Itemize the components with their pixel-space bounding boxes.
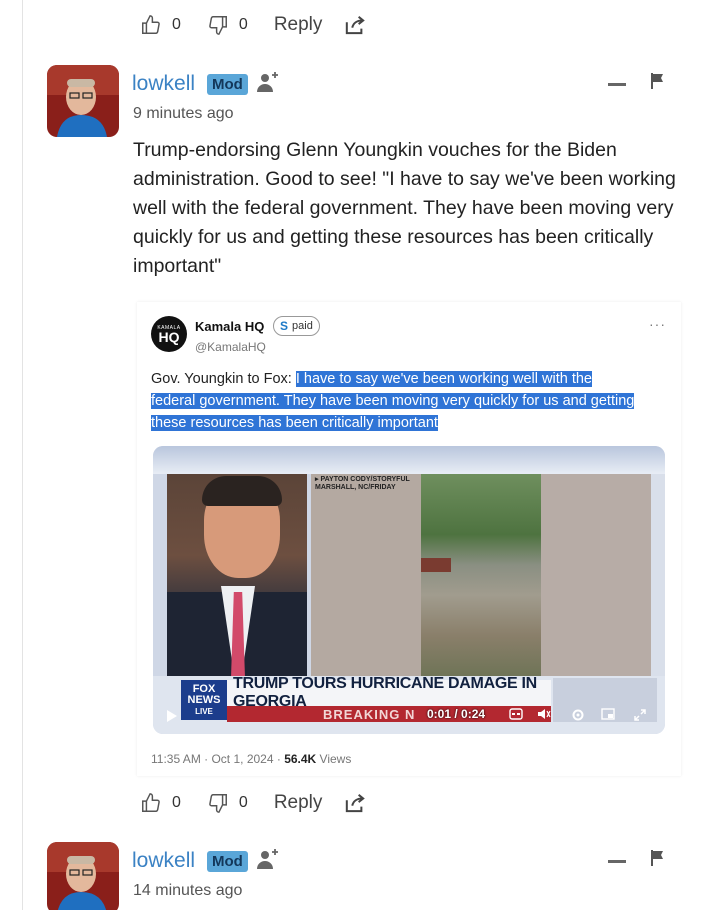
video-person-frame: [167, 474, 307, 678]
fox-news-logo: FOX NEWS LIVE: [181, 680, 227, 720]
video-credit-line2: MARSHALL, NC/FRIDAY: [315, 484, 396, 491]
avatar-image: [47, 65, 119, 137]
follow-user-icon[interactable]: [256, 847, 280, 871]
avatar-image: [47, 842, 119, 910]
video-roof: [421, 558, 451, 572]
collapse-icon[interactable]: [608, 83, 626, 86]
reply-button[interactable]: Reply: [274, 792, 323, 814]
comment-action-bar: 0 0 Reply: [140, 788, 366, 818]
thumbs-down-icon: [209, 794, 227, 813]
avatar[interactable]: [47, 65, 119, 137]
share-icon: [346, 794, 366, 813]
flag-icon[interactable]: [650, 850, 664, 866]
like-button[interactable]: 0: [140, 792, 181, 814]
kamala-hq-logo: KAMALA HQ: [151, 316, 187, 352]
share-button[interactable]: [344, 15, 366, 35]
thumbs-down-icon: [209, 16, 227, 35]
paid-symbol: S: [280, 319, 289, 333]
volume-icon[interactable]: [537, 708, 551, 720]
video-graphic-top: [153, 446, 665, 474]
fox-line1: FOX: [192, 682, 216, 695]
like-count: 0: [172, 16, 181, 33]
video-time: 0:01 / 0:24: [427, 707, 486, 721]
fox-line2: NEWS: [187, 693, 221, 706]
tweet-handle[interactable]: @KamalaHQ: [195, 340, 266, 354]
video-right-edge: [651, 474, 665, 676]
comment-body: Trump-endorsing Glenn Youngkin vouches f…: [133, 139, 676, 277]
video-credit-line1: ▸ PAYTON CODY/STORYFUL: [315, 476, 410, 483]
fox-line3: LIVE: [195, 706, 213, 716]
like-button[interactable]: 0: [140, 14, 181, 36]
tweet-author-name[interactable]: Kamala HQ: [195, 319, 264, 334]
reply-button[interactable]: Reply: [274, 14, 323, 36]
mod-badge: Mod: [207, 851, 248, 872]
comment-timestamp[interactable]: 9 minutes ago: [133, 105, 234, 123]
thumbs-up-icon: [142, 793, 160, 812]
video-panel-left: [311, 474, 421, 676]
paid-label: paid: [292, 320, 313, 332]
follow-user-icon[interactable]: [256, 70, 280, 94]
avatar[interactable]: [47, 842, 119, 910]
mod-badge: Mod: [207, 74, 248, 95]
dislike-count: 0: [238, 794, 248, 811]
paid-badge: S paid: [273, 316, 320, 336]
video-hair: [202, 476, 282, 506]
tweet-view-count: 56.4K: [284, 752, 317, 766]
comment-timestamp[interactable]: 14 minutes ago: [133, 882, 242, 900]
dislike-button[interactable]: 0: [207, 14, 248, 36]
tweet-footer: 11:35 AM · Oct 1, 2024 · 56.4K Views: [151, 752, 351, 766]
video-headline: TRUMP TOURS HURRICANE DAMAGE IN GEORGIA: [227, 675, 551, 710]
settings-gear-icon[interactable]: [571, 708, 585, 722]
top-action-bar: 0 0 Reply: [140, 10, 366, 40]
video-credit: ▸ PAYTON CODY/STORYFUL MARSHALL, NC/FRID…: [315, 476, 410, 492]
video-panel-right: [541, 474, 651, 676]
embedded-tweet[interactable]: KAMALA HQ Kamala HQ S paid @KamalaHQ ···…: [137, 302, 681, 776]
thread-line: [22, 0, 23, 910]
pip-icon[interactable]: [601, 708, 615, 720]
dislike-button[interactable]: 0: [207, 792, 248, 814]
like-count: 0: [172, 794, 181, 811]
thumbs-up-icon: [142, 15, 160, 34]
tweet-text: Gov. Youngkin to Fox: I have to say we'v…: [151, 368, 637, 434]
logo-big-text: HQ: [158, 328, 180, 345]
flag-icon[interactable]: [650, 73, 664, 89]
dislike-count: 0: [238, 16, 248, 33]
video-player[interactable]: ▸ PAYTON CODY/STORYFUL MARSHALL, NC/FRID…: [153, 446, 665, 734]
tweet-timestamp[interactable]: 11:35 AM · Oct 1, 2024 ·: [151, 752, 284, 766]
video-flood-scene: [421, 474, 541, 676]
comment-author[interactable]: lowkell: [132, 849, 195, 873]
more-options-icon[interactable]: ···: [649, 316, 666, 332]
collapse-icon[interactable]: [608, 860, 626, 863]
captions-icon[interactable]: [509, 708, 523, 720]
comment-author[interactable]: lowkell: [132, 72, 195, 96]
tweet-text-lead: Gov. Youngkin to Fox:: [151, 371, 296, 387]
share-button[interactable]: [344, 793, 366, 813]
video-breaking-bar: BREAKING N: [227, 706, 551, 722]
tweet-views-label: Views: [316, 752, 352, 766]
share-icon: [346, 16, 366, 35]
fullscreen-icon[interactable]: [633, 708, 647, 722]
play-icon[interactable]: [167, 710, 177, 722]
